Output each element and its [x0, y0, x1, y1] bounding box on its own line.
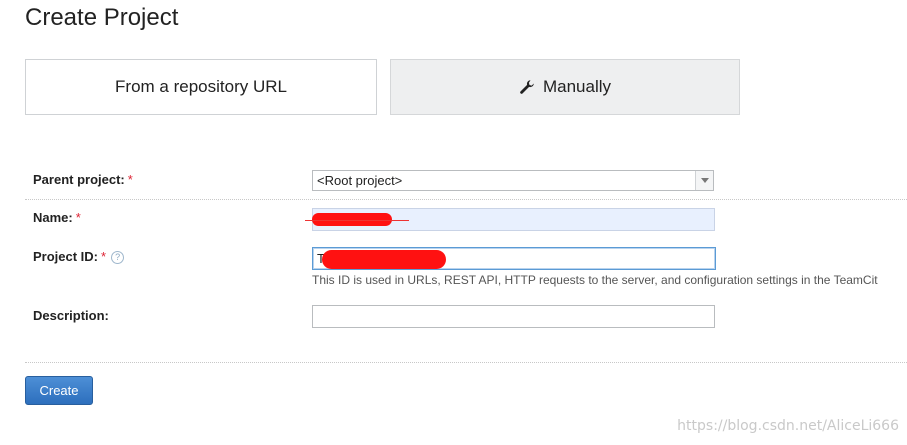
wrench-icon: [519, 79, 535, 95]
parent-project-select[interactable]: <Root project>: [312, 170, 714, 191]
tab-from-repository-url[interactable]: From a repository URL: [25, 59, 377, 115]
parent-project-label-text: Parent project:: [33, 172, 125, 187]
tab-manually-label: Manually: [542, 77, 612, 96]
redaction-mark: [322, 250, 446, 269]
required-mark: *: [101, 249, 107, 264]
parent-project-label: Parent project: *: [33, 172, 133, 187]
required-mark: *: [75, 210, 81, 225]
name-label: Name: *: [33, 210, 81, 225]
help-icon[interactable]: ?: [111, 251, 125, 264]
form-divider: [25, 362, 907, 363]
parent-project-selected-value: <Root project>: [317, 173, 403, 188]
tab-manually[interactable]: Manually: [390, 59, 740, 115]
page-title: Create Project: [25, 4, 179, 31]
description-label: Description:: [33, 308, 109, 323]
project-id-label-text: Project ID:: [33, 249, 99, 264]
required-mark: *: [127, 172, 133, 187]
name-label-text: Name:: [33, 210, 73, 225]
chevron-down-icon: [700, 178, 709, 183]
description-input[interactable]: [312, 305, 715, 328]
project-id-hint: This ID is used in URLs, REST API, HTTP …: [312, 273, 878, 287]
dropdown-arrow-button[interactable]: [695, 171, 713, 190]
create-button[interactable]: Create: [25, 376, 93, 405]
row-divider: [25, 199, 907, 200]
project-id-label: Project ID: *?: [33, 249, 125, 264]
watermark: https://blog.csdn.net/AliceLi666: [677, 418, 899, 434]
redaction-line: [305, 220, 409, 221]
tab-from-repository-url-label: From a repository URL: [115, 77, 287, 96]
